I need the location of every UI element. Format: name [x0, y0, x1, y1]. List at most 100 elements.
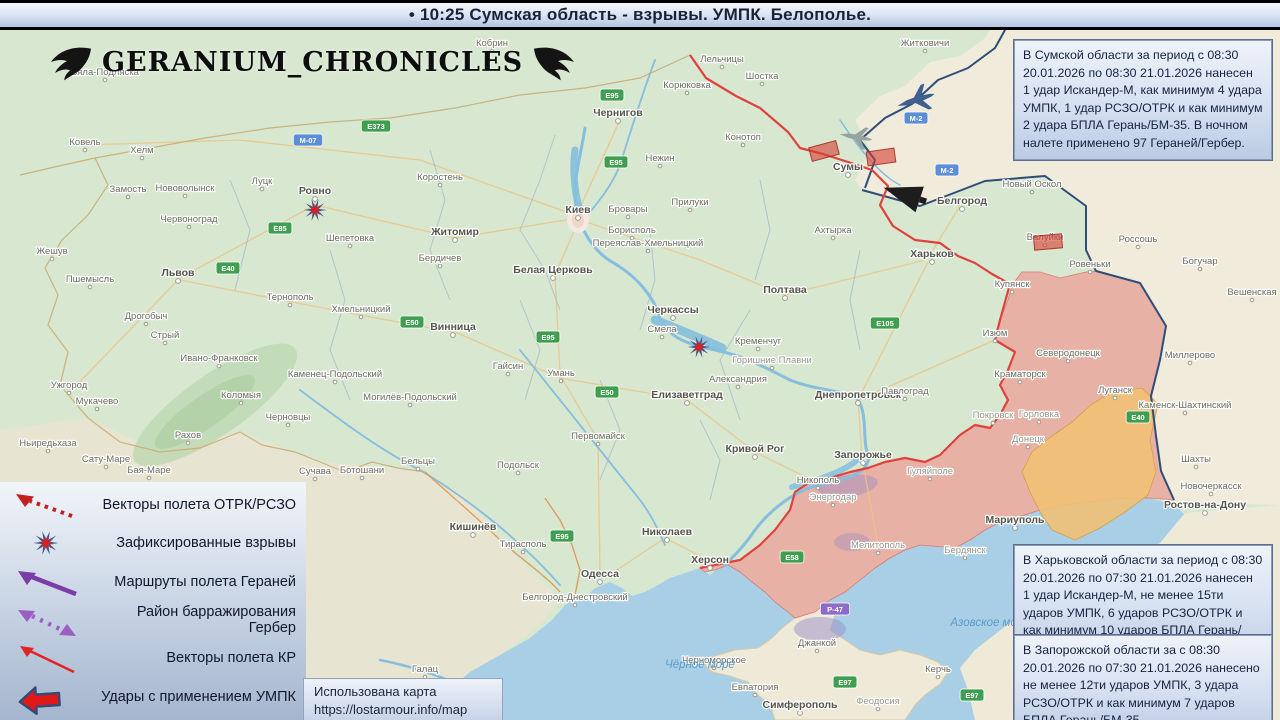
svg-text:Павлоград: Павлоград	[881, 386, 929, 397]
svg-text:Пшемысль: Пшемысль	[66, 274, 114, 285]
svg-text:Гуляйполе: Гуляйполе	[907, 466, 953, 477]
purple-arrow-icon	[0, 565, 92, 599]
svg-text:Ботошани: Ботошани	[340, 465, 384, 476]
svg-text:Тернополь: Тернополь	[266, 292, 313, 303]
svg-text:Елизаветград: Елизаветград	[651, 389, 723, 401]
svg-text:Борисполь: Борисполь	[608, 225, 656, 236]
road-badge: E95	[599, 88, 625, 102]
svg-text:Сучава: Сучава	[299, 466, 332, 477]
road-badge: М-2	[934, 163, 960, 177]
patch-marker	[1032, 233, 1064, 251]
svg-text:М-2: М-2	[910, 114, 923, 123]
svg-text:Могилёв-Подольский: Могилёв-Подольский	[363, 392, 457, 403]
svg-text:Ровеньки: Ровеньки	[1069, 259, 1110, 270]
svg-text:Стрый: Стрый	[151, 330, 180, 341]
svg-text:Белгород-Днестровский: Белгород-Днестровский	[522, 592, 627, 603]
svg-text:Вешенская: Вешенская	[1227, 287, 1276, 298]
svg-text:E58: E58	[785, 553, 798, 562]
svg-text:Черкассы: Черкассы	[647, 304, 698, 316]
road-badge: E85	[267, 221, 293, 235]
road-badge: E97	[832, 675, 858, 689]
svg-text:Рахов: Рахов	[175, 430, 201, 441]
svg-text:E40: E40	[221, 264, 234, 273]
svg-text:Харьков: Харьков	[910, 248, 954, 260]
svg-text:М-07: М-07	[299, 136, 316, 145]
svg-text:Феодосия: Феодосия	[856, 696, 900, 707]
road-badge: E373	[360, 119, 392, 133]
explosion-star-icon	[0, 526, 92, 560]
svg-text:Жешув: Жешув	[36, 246, 67, 257]
map-legend: Векторы полета ОТРК/РСЗО Зафиксированные…	[0, 482, 306, 720]
road-badge: E95	[603, 155, 629, 169]
svg-text:Мариуполь: Мариуполь	[985, 514, 1045, 526]
svg-text:Львов: Львов	[161, 267, 195, 279]
svg-text:Умань: Умань	[547, 368, 575, 379]
svg-text:Чернигов: Чернигов	[593, 107, 643, 119]
svg-text:Гайсин: Гайсин	[493, 361, 524, 372]
legend-item-geran-routes: Маршруты полета Гераней	[0, 564, 306, 600]
svg-text:Мелитополь: Мелитополь	[851, 540, 905, 551]
svg-text:Ньиредьхаза: Ньиредьхаза	[19, 438, 77, 449]
svg-text:Луганск: Луганск	[1098, 385, 1133, 396]
road-badge: Р-47	[819, 602, 851, 616]
svg-text:E97: E97	[965, 691, 978, 700]
svg-text:Покровск: Покровск	[973, 410, 1015, 421]
svg-text:Галац: Галац	[412, 664, 439, 675]
svg-text:Хмельницкий: Хмельницкий	[331, 304, 390, 315]
svg-text:Белая Церковь: Белая Церковь	[513, 264, 593, 276]
svg-text:Полтава: Полтава	[763, 284, 807, 296]
legend-label: Векторы полета КР	[166, 650, 296, 667]
svg-text:Горловка: Горловка	[1019, 409, 1060, 420]
svg-text:Ковель: Ковель	[69, 137, 100, 148]
legend-item-herber-area: Район барражирования Гербер	[0, 602, 306, 638]
svg-text:Коломыя: Коломыя	[221, 390, 261, 401]
svg-text:Россошь: Россошь	[1119, 234, 1158, 245]
svg-text:Сату-Маре: Сату-Маре	[82, 454, 130, 465]
sea-label: Чёрное море	[665, 659, 735, 671]
svg-text:Горишние Плавни: Горишние Плавни	[732, 355, 812, 366]
left-wing-icon	[51, 47, 91, 81]
svg-text:Черновцы: Черновцы	[266, 412, 311, 423]
svg-text:Евпатория: Евпатория	[732, 682, 779, 693]
svg-text:Бровары: Бровары	[608, 204, 647, 215]
logo-text: GERANIUM_CHRONICLES	[102, 46, 524, 78]
legend-item-kr-vectors: Векторы полета КР	[0, 640, 306, 676]
svg-text:Ростов-на-Дону: Ростов-на-Дону	[1164, 499, 1246, 511]
svg-text:Донецк: Донецк	[1012, 434, 1045, 445]
svg-text:Тирасполь: Тирасполь	[500, 539, 547, 550]
svg-text:Бердичев: Бердичев	[419, 253, 462, 264]
svg-text:Ивано-Франковск: Ивано-Франковск	[180, 353, 258, 364]
title-bar: • 10:25 Сумская область - взрывы. УМПК. …	[0, 0, 1280, 30]
svg-text:Александрия: Александрия	[709, 374, 767, 385]
svg-text:E95: E95	[555, 532, 568, 541]
svg-text:М-2: М-2	[941, 166, 954, 175]
title-text: • 10:25 Сумская область - взрывы. УМПК. …	[408, 5, 872, 24]
svg-text:Конотоп: Конотоп	[725, 132, 761, 143]
svg-text:E50: E50	[600, 388, 613, 397]
legend-item-umpk-strikes: Удары с применением УМПК	[0, 679, 306, 715]
svg-text:Шостка: Шостка	[746, 71, 779, 82]
svg-text:Богучар: Богучар	[1182, 256, 1217, 267]
svg-text:Одесса: Одесса	[581, 568, 619, 580]
legend-label: Район барражирования Гербер	[136, 604, 296, 637]
svg-text:Шахты: Шахты	[1181, 454, 1211, 465]
svg-text:Новочеркасск: Новочеркасск	[1181, 481, 1243, 492]
svg-text:Каменск-Шахтинский: Каменск-Шахтинский	[1138, 400, 1231, 411]
svg-text:Первомайск: Первомайск	[571, 431, 625, 442]
svg-text:E50: E50	[405, 318, 418, 327]
attribution-url[interactable]: https://lostarmour.info/map	[314, 701, 492, 719]
svg-text:Подольск: Подольск	[497, 460, 540, 471]
svg-text:Ахтырка: Ахтырка	[814, 225, 852, 236]
infobox-sumy-region: В Сумской области за период с 08:30 20.0…	[1013, 39, 1273, 161]
svg-text:Изюм: Изюм	[983, 328, 1008, 339]
svg-text:Киев: Киев	[565, 204, 591, 216]
legend-label: Векторы полета ОТРК/РСЗО	[102, 497, 296, 514]
road-badge: E50	[399, 315, 425, 329]
svg-text:Джанкой: Джанкой	[798, 638, 836, 649]
svg-text:Миллерово: Миллерово	[1165, 350, 1215, 361]
umpk-arrow-icon	[0, 678, 92, 716]
road-badge: E58	[779, 550, 805, 564]
svg-text:E40: E40	[1131, 413, 1144, 422]
svg-text:Бельцы: Бельцы	[401, 456, 435, 467]
svg-text:Р-47: Р-47	[827, 605, 843, 614]
